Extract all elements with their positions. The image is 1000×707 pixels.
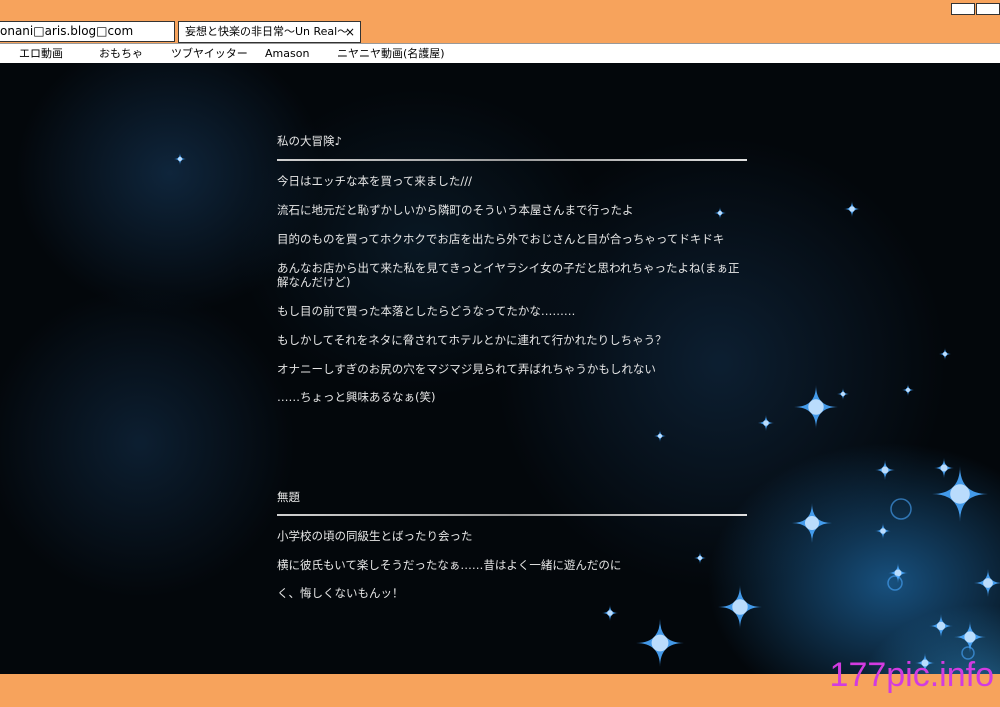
post-line: あんなお店から出て来た私を見てきっとイヤラシイ女の子だと思われちゃったよね(まぁ… (277, 261, 740, 289)
bokeh-ring (887, 575, 903, 591)
sparkle-star (932, 466, 988, 522)
bookmark-item[interactable]: Amason (265, 44, 309, 63)
post-line: 目的のものを買ってホクホクでお店を出たら外でおじさんと目が合っちゃってドキドキ (277, 232, 725, 246)
sparkle-star (888, 563, 908, 583)
post-line: く、悔しくないもんッ！ (277, 586, 404, 600)
bookmark-item[interactable]: エロ動画 (19, 44, 63, 63)
sparkle-star (792, 503, 832, 543)
divider (277, 514, 747, 516)
watermark: 177pic.info (829, 656, 994, 694)
sparkle-star (974, 569, 1000, 597)
sparkle-star (929, 614, 953, 638)
post-line: オナニーしすぎのお尻の穴をマジマジ見られて弄ばれちゃうかもしれない (277, 362, 656, 376)
post-line: もしかしてそれをネタに脅されてホテルとかに連れて行かれたりしちゃう？ (277, 333, 667, 347)
post-title: 無題 (277, 490, 300, 504)
sparkle-star (875, 523, 891, 539)
post-line: 横に彼氏もいて楽しそうだったなぁ……昔はよく一緒に遊んだのに (277, 558, 622, 572)
post-title: 私の大冒険♪ (277, 134, 342, 148)
page-content[interactable]: 私の大冒険♪ 今日はエッチな本を買って来ました/// 流石に地元だと恥ずかしいか… (0, 63, 1000, 674)
post-line: ……ちょっと興味あるなぁ(笑) (277, 390, 436, 404)
post-line: 小学校の頃の同級生とばったり会った (277, 529, 473, 543)
sparkle-star (954, 621, 986, 653)
bokeh-ring (890, 498, 912, 520)
close-icon[interactable]: × (345, 22, 355, 42)
post-line: もし目の前で買った本落としたらどうなってたかな……… (277, 304, 576, 318)
sparkle-star (902, 384, 914, 396)
sparkle-star (794, 385, 838, 429)
address-bar[interactable]: onani□aris.blog□com (0, 21, 175, 42)
sparkle-star (939, 348, 951, 360)
browser-tab[interactable]: 妄想と快楽の非日常〜Un Real〜 × (178, 21, 361, 43)
bookmark-item[interactable]: おもちゃ (99, 44, 143, 63)
sparkle-star (837, 388, 849, 400)
bookmark-item[interactable]: ツブヤイッター (171, 44, 248, 63)
sparkle-star (654, 430, 666, 442)
bookmark-item[interactable]: ニヤニヤ動画(名護屋) (337, 44, 445, 63)
sparkle-star (875, 460, 895, 480)
sparkle-star (636, 619, 684, 667)
sparkle-star (758, 415, 774, 431)
post-line: 流石に地元だと恥ずかしいから隣町のそういう本屋さんまで行ったよ (277, 203, 634, 217)
sparkle-star (174, 153, 186, 165)
post-line: 今日はエッチな本を買って来ました/// (277, 174, 473, 188)
minimize-button[interactable] (951, 3, 975, 15)
sparkle-star (602, 605, 618, 621)
bookmarks-bar: エロ動画 おもちゃ ツブヤイッター Amason ニヤニヤ動画(名護屋) (0, 43, 1000, 64)
sparkle-star (934, 458, 954, 478)
divider (277, 159, 747, 161)
sparkle-star (844, 201, 860, 217)
tab-title: 妄想と快楽の非日常〜Un Real〜 (185, 25, 349, 38)
maximize-button[interactable] (976, 3, 1000, 15)
